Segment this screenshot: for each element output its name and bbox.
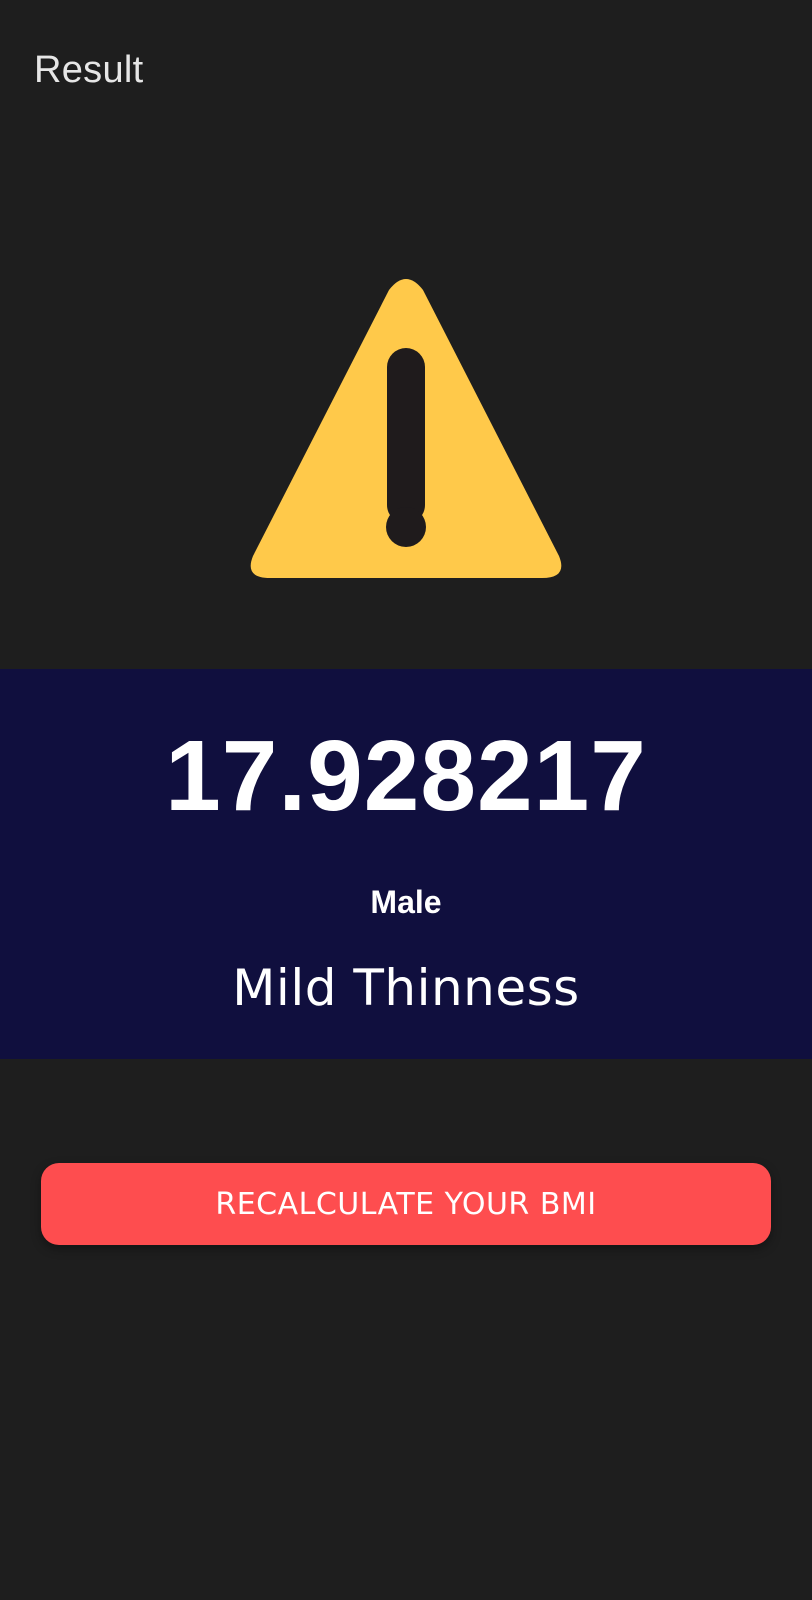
page-title: Result bbox=[34, 49, 144, 91]
result-panel: 17.928217 Male Mild Thinness bbox=[0, 669, 812, 1059]
app-bar: Result bbox=[0, 0, 812, 142]
recalculate-button-label: RECALCULATE YOUR BMI bbox=[215, 1186, 597, 1222]
warning-icon bbox=[250, 276, 562, 582]
bmi-value: 17.928217 bbox=[165, 720, 647, 832]
recalculate-button[interactable]: RECALCULATE YOUR BMI bbox=[41, 1163, 771, 1245]
gender-label: Male bbox=[370, 884, 442, 920]
bmi-category: Mild Thinness bbox=[232, 959, 580, 1017]
